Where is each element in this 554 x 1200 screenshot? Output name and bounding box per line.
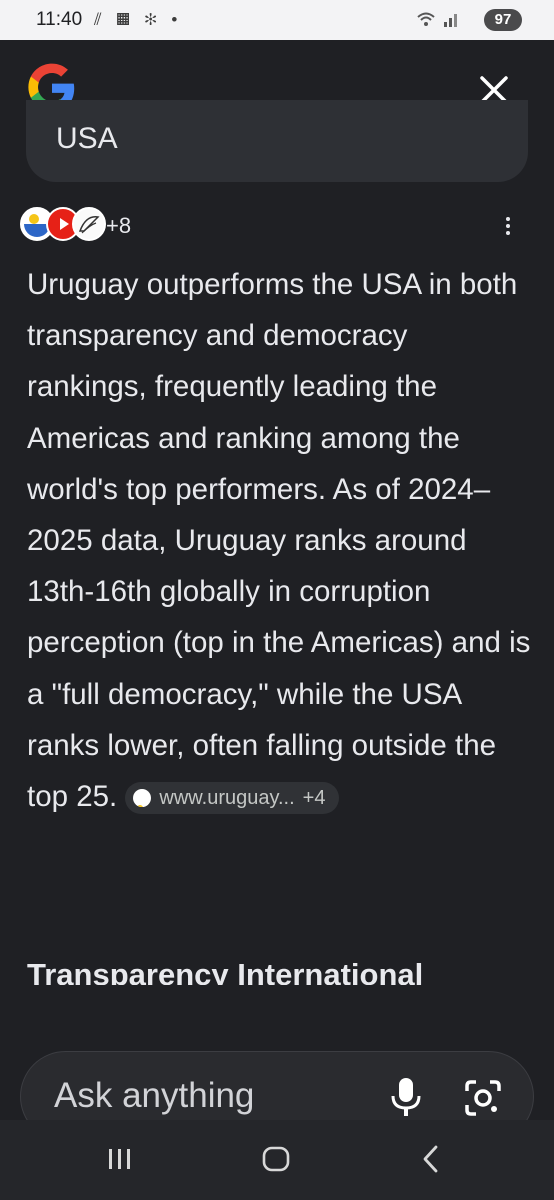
- query-card[interactable]: USA: [26, 100, 528, 182]
- source-chip-label: www.uruguay...: [159, 786, 295, 809]
- battery-indicator: 97: [484, 9, 522, 31]
- leaf-logo-icon: [72, 207, 106, 241]
- microphone-icon[interactable]: [387, 1076, 425, 1118]
- signal-icons: [416, 10, 462, 33]
- source-chip-count: +4: [302, 786, 326, 809]
- more-options-icon[interactable]: [504, 217, 512, 239]
- system-nav-bar: [0, 1120, 554, 1200]
- recent-apps-icon[interactable]: [106, 1144, 134, 1174]
- answer-content: +8 Uruguay outperforms the USA in both t…: [0, 185, 554, 985]
- more-sources-count: +8: [106, 213, 132, 238]
- section-heading: Transparency International: [27, 957, 424, 985]
- notification-icons: ⫽ ▦ ✻ •: [94, 10, 183, 29]
- source-chip[interactable]: www.uruguay... +4: [125, 782, 340, 815]
- lens-camera-icon[interactable]: [463, 1078, 503, 1118]
- status-bar: 11:40 ⫽ ▦ ✻ • 97: [0, 0, 554, 40]
- source-row[interactable]: +8: [20, 207, 540, 247]
- ai-overview-panel: USA +8 Uruguay outperforms the USA in bo…: [0, 40, 554, 1142]
- status-time: 11:40: [36, 9, 83, 30]
- back-icon[interactable]: [418, 1144, 444, 1174]
- wifi-signal-icon: [417, 12, 457, 27]
- uruguay-flag-icon: [133, 789, 152, 808]
- query-text: USA: [56, 122, 118, 155]
- home-icon[interactable]: [261, 1144, 291, 1174]
- answer-text: Uruguay outperforms the USA in both tran…: [27, 259, 532, 822]
- answer-paragraph: Uruguay outperforms the USA in both tran…: [27, 268, 531, 814]
- ask-placeholder: Ask anything: [54, 1076, 255, 1115]
